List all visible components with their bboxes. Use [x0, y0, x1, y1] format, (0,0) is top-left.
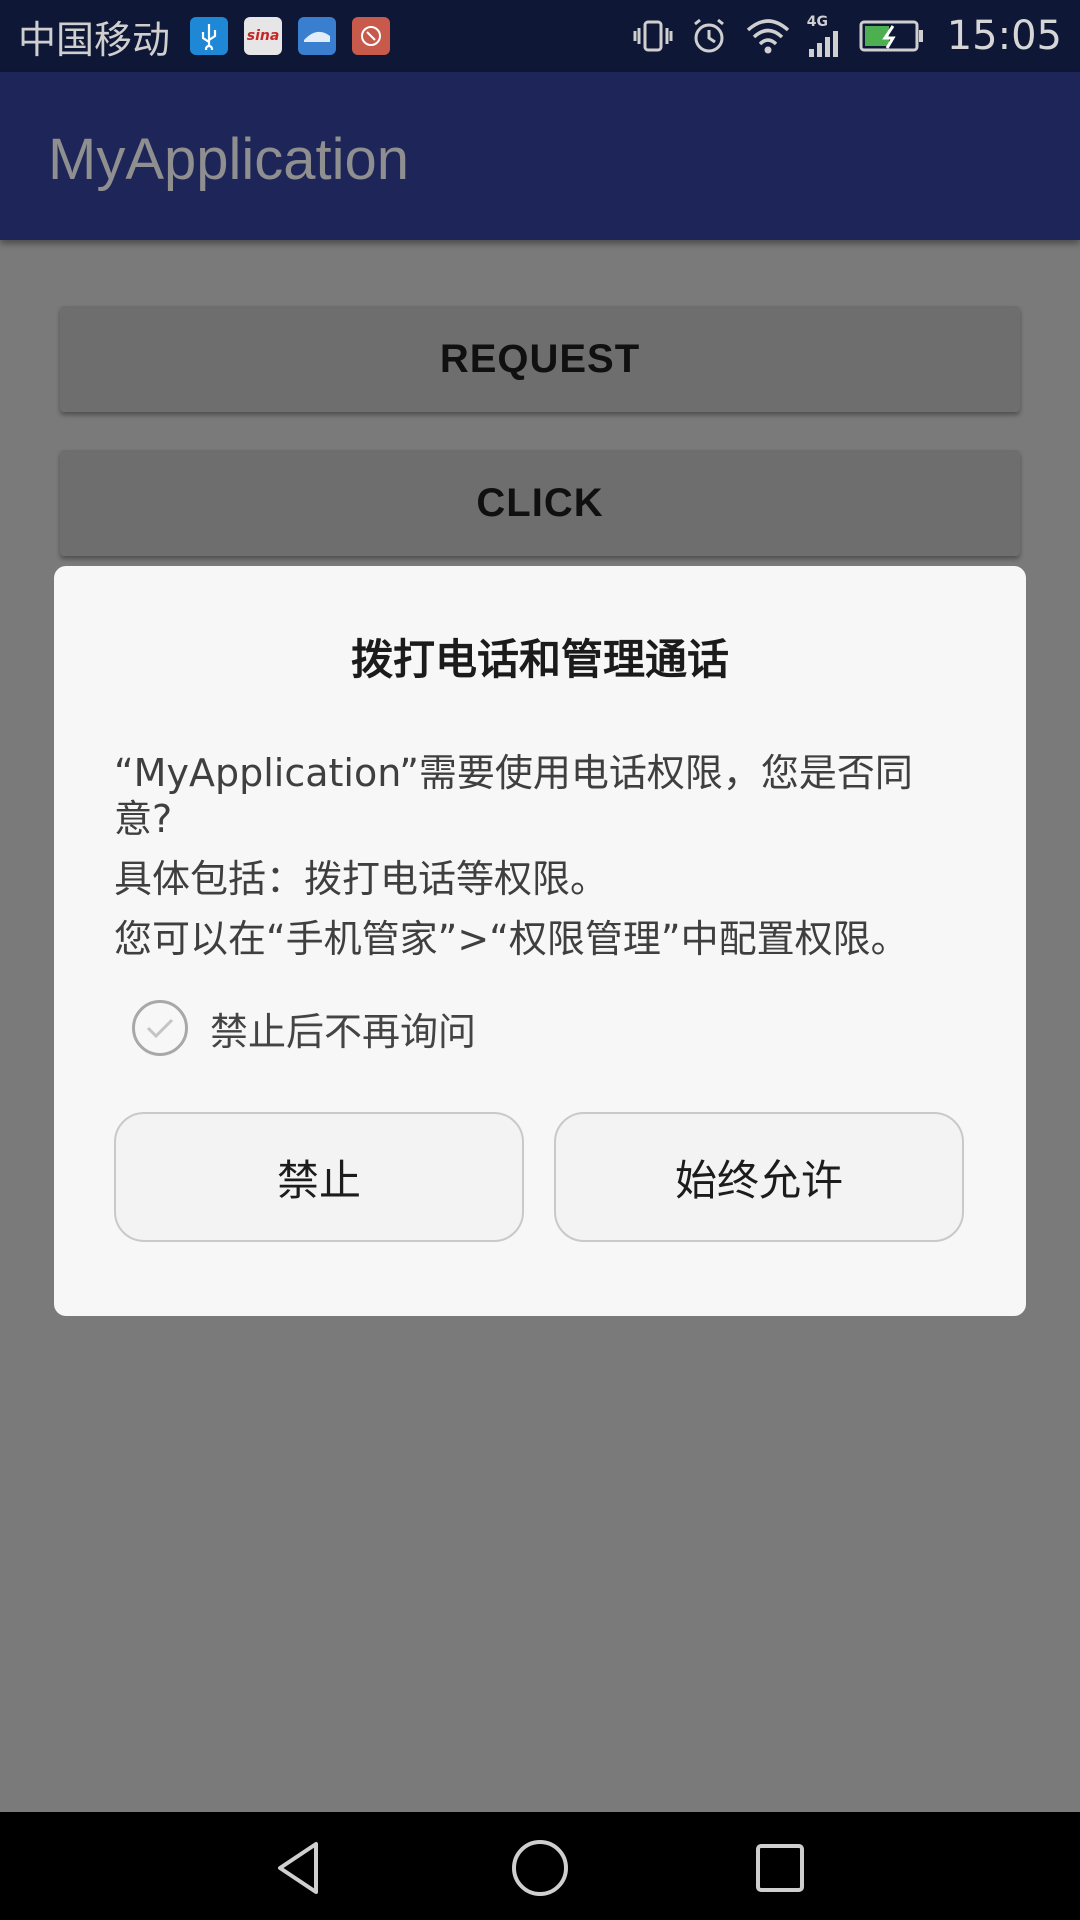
dialog-title: 拨打电话和管理通话 — [350, 635, 729, 684]
recents-icon[interactable] — [744, 1832, 816, 1904]
navigation-bar — [0, 1812, 1080, 1920]
request-button[interactable]: REQUEST — [60, 306, 1020, 412]
usb-icon — [190, 17, 229, 55]
click-button[interactable]: CLICK — [60, 450, 1020, 556]
dialog-message-line-3: 您可以在“手机管家”>“权限管理”中配置权限。 — [114, 917, 909, 961]
app-bar: MyApplication — [0, 72, 1080, 240]
deny-button[interactable]: 禁止 — [114, 1112, 524, 1242]
clock: 15:05 — [946, 13, 1062, 59]
alarm-icon — [689, 16, 729, 56]
app-icon — [298, 17, 337, 55]
app-title: MyApplication — [48, 127, 410, 192]
battery-charging-icon — [859, 18, 925, 54]
dialog-message: “MyApplication”需要使用电话权限，您是否同意? 具体包括：拨打电话… — [114, 750, 954, 976]
home-icon[interactable] — [504, 1832, 576, 1904]
red-app-icon — [352, 17, 391, 55]
dialog-message-line-2: 具体包括：拨打电话等权限。 — [114, 857, 609, 901]
back-icon[interactable] — [264, 1832, 336, 1904]
status-indicators: 4G 15:05 — [633, 13, 1062, 59]
permission-dialog: 拨打电话和管理通话 “MyApplication”需要使用电话权限，您是否同意?… — [54, 566, 1026, 1316]
notification-icons: sina — [190, 17, 391, 55]
vibrate-icon — [633, 16, 673, 56]
status-bar: 中国移动 sina 4G 15:05 — [0, 0, 1080, 72]
carrier-label: 中国移动 — [18, 17, 171, 62]
checkbox-label: 禁止后不再询问 — [210, 1009, 477, 1054]
dont-ask-again-checkbox[interactable]: 禁止后不再询问 — [132, 1000, 476, 1056]
dialog-message-line-1: “MyApplication”需要使用电话权限，您是否同意? — [114, 751, 913, 841]
network-type-label: 4G — [806, 14, 828, 30]
wifi-icon — [745, 16, 791, 56]
always-allow-button[interactable]: 始终允许 — [554, 1112, 964, 1242]
cellular-signal-icon: 4G — [807, 15, 843, 57]
checkbox-circle-icon[interactable] — [132, 1000, 188, 1056]
sina-icon: sina — [244, 17, 283, 55]
